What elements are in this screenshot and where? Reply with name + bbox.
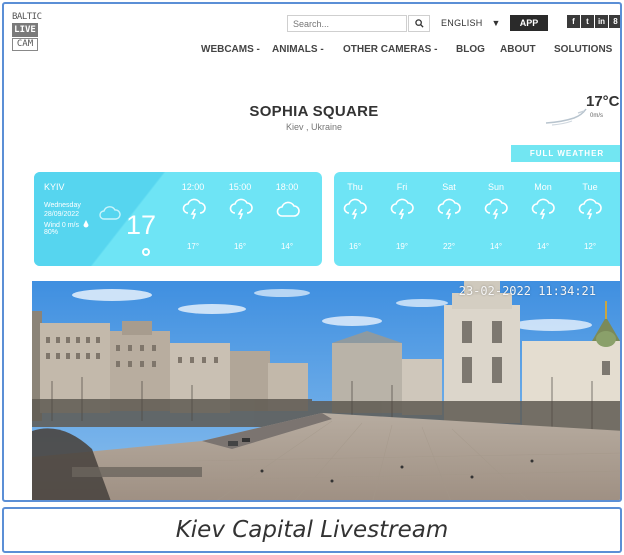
caption-box: Kiev Capital Livestream (2, 507, 622, 553)
site-logo[interactable]: BALTIC LIVE CAM (12, 12, 48, 51)
degree-symbol (142, 248, 150, 256)
page-subtitle: Kiev , Ukraine (285, 122, 343, 132)
caret-down-icon: ▼ (491, 18, 501, 28)
nav-animals[interactable]: ANIMALS - (272, 44, 324, 55)
forecast-card: Thu Fri Sat Sun Mon Tue 16° 19° 22° 14° … (334, 172, 620, 266)
forecast-temp: 22° (442, 242, 456, 251)
city-name: KYIV (44, 182, 65, 192)
forecast-temp: 14° (536, 242, 550, 251)
forecast-day: Sun (487, 182, 504, 192)
thunder-cloud-icon (343, 198, 367, 220)
nav-about[interactable]: ABOUT (500, 44, 536, 55)
nav-webcams[interactable]: WEBCAMS - (201, 44, 260, 55)
webcam-timestamp: 23-02-2022 11:34:21 (458, 284, 596, 298)
page-title: SOPHIA SQUARE (249, 103, 379, 120)
google-plus-icon[interactable]: 8 (609, 15, 620, 28)
today-temperature: 17 (126, 210, 157, 240)
nav-blog[interactable]: BLOG (456, 44, 485, 55)
thunder-cloud-icon (437, 198, 461, 220)
app-button[interactable]: APP (510, 15, 548, 31)
twitter-icon[interactable]: t (581, 15, 594, 28)
forecast-day: Fri (396, 182, 408, 192)
weekday: Wednesday (44, 202, 81, 209)
forecast-temp: 16° (348, 242, 362, 251)
wind-speed-text: Wind 0 m/s (44, 222, 80, 229)
forecast-temp: 14° (489, 242, 503, 251)
webcam-stream[interactable]: 23-02-2022 11:34:21 (32, 281, 620, 500)
forecast-temp: 19° (395, 242, 409, 251)
date: 28/09/2022 (44, 211, 80, 218)
search-box (287, 15, 407, 32)
thunder-cloud-icon (229, 198, 253, 220)
current-temperature: 17°C (586, 93, 620, 110)
full-weather-button[interactable]: FULL WEATHER (511, 145, 620, 162)
hour-time: 12:00 (181, 182, 205, 192)
water-drop-icon (83, 220, 89, 228)
search-button[interactable] (408, 15, 430, 32)
hour-time: 18:00 (275, 182, 299, 192)
hour-temp: 14° (280, 242, 294, 251)
logo-line-1: BALTIC (12, 12, 42, 22)
thunder-cloud-icon (531, 198, 555, 220)
forecast-temp: 12° (583, 242, 597, 251)
logo-line-3: CAM (12, 38, 38, 51)
nav-solutions[interactable]: SOLUTIONS (554, 44, 612, 55)
thunder-cloud-icon (390, 198, 414, 220)
forecast-day: Thu (347, 182, 363, 192)
facebook-icon[interactable]: f (567, 15, 580, 28)
caption-text: Kiev Capital Livestream (175, 517, 449, 543)
forecast-day: Tue (582, 182, 598, 192)
wind-icon (545, 108, 587, 126)
logo-line-2: LIVE (12, 23, 38, 37)
hour-temp: 16° (233, 242, 247, 251)
hour-temp: 17° (186, 242, 200, 251)
search-input[interactable] (288, 16, 388, 31)
language-selector[interactable]: ENGLISH ▼ (441, 18, 501, 28)
language-label: ENGLISH (441, 18, 483, 28)
forecast-day: Sat (442, 182, 456, 192)
thunder-cloud-icon (578, 198, 602, 220)
nav-other-cameras[interactable]: OTHER CAMERAS - (343, 44, 437, 55)
cloud-icon (276, 201, 300, 217)
linkedin-icon[interactable]: in (595, 15, 608, 28)
forecast-day: Mon (534, 182, 552, 192)
screenshot-frame: BALTIC LIVE CAM ENGLISH ▼ APP f t in 8 W… (2, 2, 622, 502)
search-icon (414, 19, 424, 28)
thunder-cloud-icon (182, 198, 206, 220)
webcam-image (32, 281, 620, 500)
current-wind: 0m/s (590, 113, 604, 119)
humidity: 80% (44, 229, 59, 236)
today-weather-card: KYIV Wednesday 28/09/2022 Wind 0 m/s 80%… (34, 172, 322, 266)
cloud-icon (99, 206, 121, 220)
thunder-cloud-icon (484, 198, 508, 220)
hour-time: 15:00 (228, 182, 252, 192)
